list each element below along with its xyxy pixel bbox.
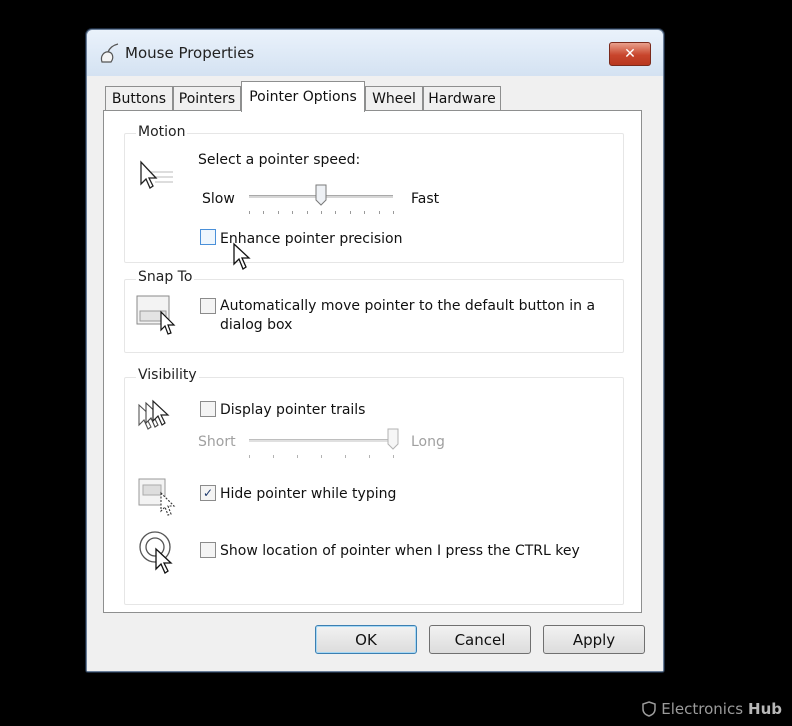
show-location-label[interactable]: Show location of pointer when I press th… bbox=[220, 543, 580, 559]
pointer-speed-icon bbox=[140, 160, 173, 189]
mouse-cursor-icon bbox=[233, 242, 251, 270]
watermark-brand: Electronics bbox=[661, 700, 744, 718]
snap-to-label-line2[interactable]: dialog box bbox=[220, 317, 292, 333]
snap-to-button-icon bbox=[136, 295, 176, 335]
slider-tick bbox=[278, 211, 279, 214]
hide-pointer-icon bbox=[138, 478, 176, 516]
mouse-properties-window: Mouse Properties ✕ Buttons Pointers Poin… bbox=[86, 29, 664, 672]
shield-icon bbox=[642, 701, 656, 717]
slider-tick bbox=[307, 211, 308, 214]
pointer-trails-icon bbox=[138, 399, 170, 430]
cancel-button[interactable]: Cancel bbox=[429, 625, 531, 654]
slider-tick bbox=[364, 211, 365, 214]
mouse-icon bbox=[100, 43, 119, 63]
trails-slider-track bbox=[249, 439, 393, 442]
slider-tick bbox=[321, 211, 322, 214]
pointer-trails-checkbox[interactable] bbox=[200, 401, 216, 417]
watermark-brand-bold: Hub bbox=[748, 700, 782, 718]
close-button[interactable]: ✕ bbox=[609, 42, 651, 66]
slider-tick bbox=[249, 211, 250, 214]
snap-to-group bbox=[124, 279, 624, 353]
snap-to-label-line1[interactable]: Automatically move pointer to the defaul… bbox=[220, 298, 595, 314]
speed-slider-thumb[interactable] bbox=[315, 184, 327, 206]
slow-label: Slow bbox=[202, 191, 235, 207]
slider-tick bbox=[350, 211, 351, 214]
tab-pointers[interactable]: Pointers bbox=[173, 86, 241, 111]
fast-label: Fast bbox=[411, 191, 440, 207]
slider-tick bbox=[393, 455, 394, 458]
show-location-icon bbox=[139, 531, 173, 574]
hide-pointer-checkbox[interactable]: ✓ bbox=[200, 485, 216, 501]
pointer-trails-label[interactable]: Display pointer trails bbox=[220, 402, 365, 418]
slider-tick bbox=[369, 455, 370, 458]
pointer-options-panel: Motion Select a pointer speed: Slow Fast… bbox=[103, 110, 642, 613]
long-label: Long bbox=[411, 434, 445, 450]
speed-label: Select a pointer speed: bbox=[198, 152, 361, 168]
tab-hardware[interactable]: Hardware bbox=[423, 86, 501, 111]
dialog-body: Buttons Pointers Pointer Options Wheel H… bbox=[87, 76, 663, 671]
ok-button[interactable]: OK bbox=[315, 625, 417, 654]
slider-tick bbox=[273, 455, 274, 458]
tab-buttons[interactable]: Buttons bbox=[105, 86, 173, 111]
trails-slider-thumb[interactable] bbox=[387, 428, 399, 450]
motion-group-label: Motion bbox=[136, 124, 188, 140]
slider-tick bbox=[321, 455, 322, 458]
visibility-group-label: Visibility bbox=[136, 367, 199, 383]
show-location-checkbox[interactable] bbox=[200, 542, 216, 558]
tab-pointer-options[interactable]: Pointer Options bbox=[241, 81, 365, 112]
slider-tick bbox=[335, 211, 336, 214]
close-icon: ✕ bbox=[624, 46, 636, 62]
snap-to-checkbox[interactable] bbox=[200, 298, 216, 314]
window-title: Mouse Properties bbox=[125, 44, 255, 62]
hide-pointer-label[interactable]: Hide pointer while typing bbox=[220, 486, 396, 502]
title-bar[interactable]: Mouse Properties ✕ bbox=[87, 30, 663, 76]
apply-button[interactable]: Apply bbox=[543, 625, 645, 654]
slider-tick bbox=[393, 211, 394, 214]
tab-wheel[interactable]: Wheel bbox=[365, 86, 423, 111]
slider-tick bbox=[263, 211, 264, 214]
watermark: Electronics Hub bbox=[642, 700, 782, 718]
slider-tick bbox=[379, 211, 380, 214]
enhance-precision-checkbox[interactable] bbox=[200, 229, 216, 245]
slider-tick bbox=[249, 455, 250, 458]
hide-check-mark: ✓ bbox=[202, 486, 214, 500]
pointer-trails-slider[interactable] bbox=[249, 425, 399, 465]
pointer-speed-slider[interactable] bbox=[249, 181, 395, 221]
short-label: Short bbox=[198, 434, 236, 450]
slider-tick bbox=[297, 455, 298, 458]
snap-to-group-label: Snap To bbox=[136, 269, 195, 285]
slider-tick bbox=[292, 211, 293, 214]
slider-tick bbox=[345, 455, 346, 458]
